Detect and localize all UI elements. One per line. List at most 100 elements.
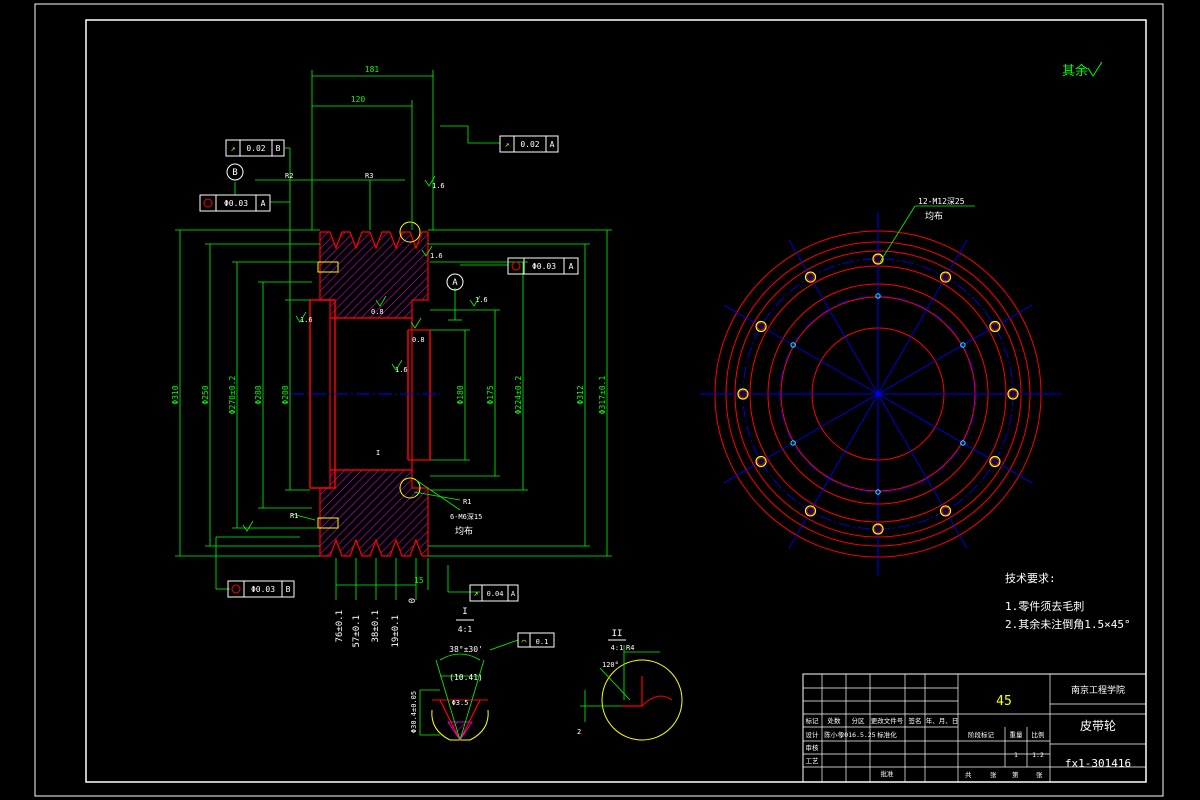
hdr-sign: 签名 — [909, 716, 922, 725]
cad-drawing-sheet: 其余 181 120 Φ310 Φ250 Φ270±0.2 Φ280 Φ200 … — [34, 3, 1164, 797]
svg-text:A: A — [511, 590, 516, 598]
dim-38: 38±0.1 — [371, 610, 381, 643]
svg-text:A: A — [550, 140, 555, 149]
label-r1: R1 — [463, 498, 471, 506]
dim-d175: Φ175 — [486, 385, 495, 404]
svg-text:↗: ↗ — [474, 589, 479, 598]
notes-title: 技术要求: — [1005, 572, 1056, 585]
dim-d280: Φ280 — [254, 385, 263, 404]
detail-II: II 4:1 120° R4 2 — [577, 629, 683, 741]
design-date: 2016.5.25 — [840, 731, 875, 739]
dim-181: 181 — [365, 65, 380, 74]
dim-d310: Φ310 — [171, 385, 180, 404]
detail-II-angle: 120° — [602, 661, 619, 669]
hdr-mark: 标记 — [806, 716, 820, 725]
datum-A: A — [446, 273, 464, 291]
label-ra16-c: 1.6 — [475, 296, 488, 304]
row-approve: 批准 — [881, 769, 895, 778]
svg-text:⌒: ⌒ — [522, 637, 527, 646]
detail-I-side: Φ30.4±0.05 — [410, 691, 418, 733]
svg-text:A: A — [452, 278, 458, 288]
dim-0: 0 — [408, 598, 418, 603]
radial-line — [877, 393, 1033, 484]
hole-note-uniform: 均布 — [925, 210, 943, 222]
material: 45 — [996, 694, 1012, 709]
hdr-count: 处数 — [828, 716, 842, 725]
roughness-symbol-icon — [1087, 61, 1103, 77]
sheet-label-4: 张 — [1036, 770, 1043, 779]
svg-text:B: B — [276, 144, 281, 153]
detail-I-dim1: (10.41) — [449, 673, 483, 682]
sheet-label-2: 张 — [990, 770, 997, 779]
detail-I-tol: 0.1 — [536, 638, 549, 646]
tol-frame-runout-top-left: ↗ 0.02 B — [225, 139, 285, 157]
label-ra08-b: 0.8 — [412, 336, 425, 344]
row-design: 设计 — [806, 730, 820, 739]
detail-I-angle: 38°±30' — [449, 645, 483, 654]
hdr-change-doc: 更改文件号 — [871, 716, 904, 725]
note-1: 1.零件须去毛刺 — [1005, 600, 1084, 613]
radial-line — [877, 304, 1033, 395]
technical-notes: 技术要求: 1.零件须去毛刺 2.其余未注倒角1.5×45° — [1005, 572, 1131, 631]
label-uniform: 均布 — [455, 525, 473, 537]
svg-text:0.04: 0.04 — [487, 590, 504, 598]
scale-value: 1:2 — [1032, 751, 1044, 759]
dim-15: 15 — [414, 576, 424, 585]
dim-19: 19±0.1 — [391, 615, 401, 648]
dim-d312: Φ312 — [576, 385, 585, 404]
front-view: 12-M12深25 均布 — [700, 197, 1062, 576]
label-ra16-a: 1.6 — [432, 182, 445, 190]
rim-bottom-hatch — [319, 469, 429, 557]
tol-frame-coaxial-right: Φ0.03 A — [507, 257, 579, 275]
tol-frame-coaxial-left: Φ0.03 A — [199, 194, 271, 212]
radial-line — [723, 304, 879, 395]
section-view: 181 120 Φ310 Φ250 Φ270±0.2 Φ280 Φ200 Φ18… — [171, 65, 612, 648]
label-ra16-b: 1.6 — [430, 252, 443, 260]
std-label: 标准化 — [877, 730, 897, 739]
svg-text:0.02: 0.02 — [246, 144, 265, 153]
svg-text:B: B — [286, 585, 291, 594]
detail-I-scale: 4:1 — [458, 625, 473, 634]
tol-frame-runout-bottom: ↗ 0.04 A — [469, 584, 519, 602]
svg-text:Φ0.03: Φ0.03 — [251, 585, 275, 594]
detail-I-label: I — [462, 607, 467, 617]
label-r1-b: R1 — [290, 512, 298, 520]
svg-text:↗: ↗ — [231, 144, 236, 153]
detail-II-label: II — [612, 629, 623, 639]
label-I: I — [376, 449, 380, 457]
sheet-label-3: 第 — [1012, 770, 1019, 779]
dim-d317: Φ317±0.1 — [598, 376, 607, 415]
title-block: 45 南京工程学院 皮带轮 fx1-301416 标记 处数 分区 更改文件号 … — [802, 673, 1147, 783]
label-r2: R2 — [285, 172, 293, 180]
part-name: 皮带轮 — [1080, 719, 1116, 733]
svg-text:Φ0.03: Φ0.03 — [224, 199, 248, 208]
school-name: 南京工程学院 — [1071, 684, 1125, 696]
detail-II-side: 2 — [577, 728, 581, 736]
radial-line — [877, 393, 968, 549]
scale-label: 比例 — [1032, 730, 1045, 739]
roughness-note: 其余 — [1062, 63, 1088, 79]
rim-top-hatch — [319, 231, 429, 319]
drawing-number: fx1-301416 — [1065, 757, 1131, 770]
radial-line — [788, 393, 879, 549]
dim-d200: Φ200 — [281, 385, 290, 404]
svg-text:B: B — [232, 168, 237, 178]
radial-line — [788, 239, 879, 395]
detail-I-dim2: Φ3.5 — [452, 699, 469, 707]
dim-d250: Φ250 — [201, 385, 210, 404]
dim-d270: Φ270±0.2 — [228, 376, 237, 415]
label-ra16-d: 1.6 — [300, 316, 313, 324]
radial-line — [723, 393, 879, 484]
hdr-date: 年、月、日 — [926, 716, 959, 725]
tol-frame-coaxial-bottom: Φ0.03 B — [227, 580, 295, 598]
dim-d224: Φ224±0.2 — [514, 376, 523, 415]
tol-frame-runout-top-right: ↗ 0.02 A — [499, 135, 559, 153]
label-r3: R3 — [365, 172, 373, 180]
detail-II-dim: R4 — [626, 644, 634, 652]
svg-text:A: A — [569, 262, 574, 271]
dim-120: 120 — [351, 95, 366, 104]
detail-II-scale: 4:1 — [611, 644, 624, 652]
svg-text:0.02: 0.02 — [520, 140, 539, 149]
label-tapped-holes: 6-M6深15 — [450, 512, 482, 521]
sheet-label-1: 共 — [965, 770, 972, 779]
